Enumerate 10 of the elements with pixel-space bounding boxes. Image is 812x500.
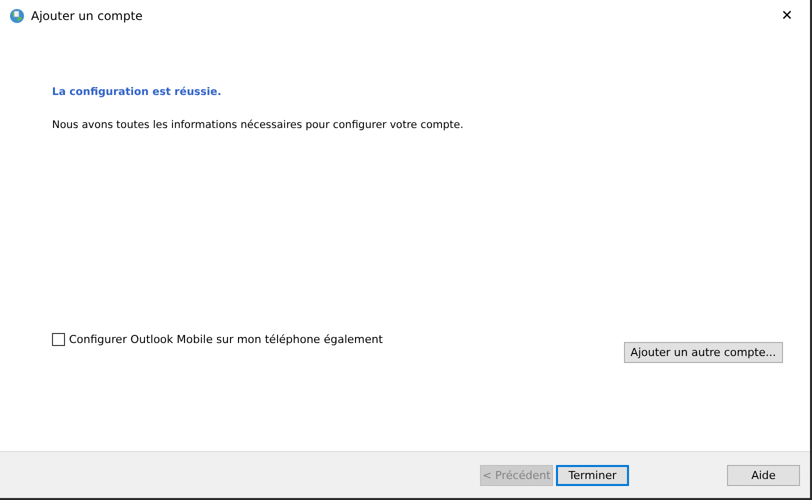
- dialog-button[interactable]: Aide: [727, 464, 800, 486]
- globe-icon: [9, 8, 25, 24]
- checkbox[interactable]: [52, 333, 65, 346]
- add-account-button[interactable]: Ajouter un autre compte...: [624, 342, 783, 363]
- window-title: Ajouter un compte: [31, 8, 143, 22]
- success-heading: La configuration est réussie.: [52, 86, 222, 98]
- close-button[interactable]: ✕: [764, 0, 810, 31]
- dialog-button[interactable]: Terminer: [556, 464, 629, 486]
- checkbox-label[interactable]: Configurer Outlook Mobile sur mon téléphone également: [69, 333, 383, 346]
- info-message: Nous avons toutes les informations nécessaires pour configurer votre compte.: [52, 119, 464, 131]
